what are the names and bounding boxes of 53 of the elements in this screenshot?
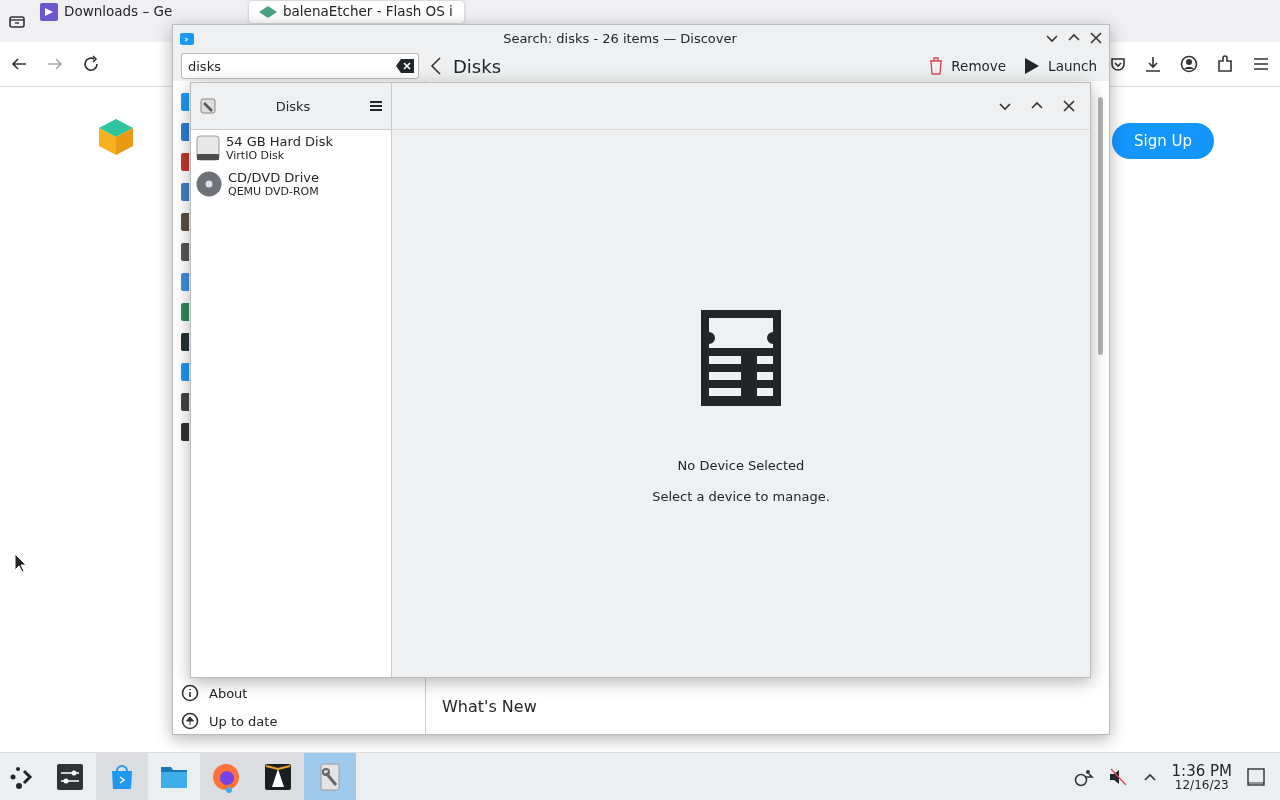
- tab-list-icon[interactable]: [8, 13, 26, 29]
- close-icon[interactable]: [1062, 99, 1076, 113]
- device-item[interactable]: 54 GB Hard Disk VirtIO Disk: [191, 130, 391, 166]
- device-name: CD/DVD Drive: [228, 170, 319, 185]
- scrollbar[interactable]: [1098, 97, 1103, 355]
- reload-icon[interactable]: [82, 55, 100, 73]
- clear-icon[interactable]: [396, 59, 414, 73]
- page-title: Disks: [453, 55, 502, 77]
- memory-card-icon: [701, 310, 781, 406]
- muted-speaker-icon[interactable]: [1107, 767, 1128, 787]
- cube-logo-icon: [96, 117, 136, 157]
- store-bag-icon[interactable]: [179, 30, 195, 46]
- site-icon: [259, 6, 277, 18]
- play-icon: [1024, 57, 1041, 75]
- close-icon[interactable]: [1089, 31, 1103, 45]
- terminal-app-icon: [262, 761, 294, 793]
- section-heading: What's New: [442, 697, 538, 716]
- show-desktop-icon[interactable]: [1246, 767, 1266, 787]
- browser-app-icon: [210, 761, 242, 793]
- empty-state-title: No Device Selected: [677, 458, 805, 473]
- account-icon[interactable]: [1180, 55, 1198, 73]
- sidebar-item[interactable]: About: [173, 680, 425, 706]
- optical-disc-icon: [196, 171, 222, 197]
- sidebar-item[interactable]: Up to date: [173, 708, 425, 734]
- window-title: Disks: [274, 98, 312, 114]
- browser-tab[interactable]: balenaEtcher - Flash OS i: [249, 1, 464, 23]
- clock-time: 1:36 PM: [1171, 763, 1232, 779]
- device-model: QEMU DVD-ROM: [228, 185, 319, 198]
- info-icon: [181, 684, 199, 702]
- download-icon[interactable]: [1144, 55, 1162, 73]
- browser-tab[interactable]: Downloads – Ge: [30, 1, 245, 23]
- network-icon[interactable]: [1073, 767, 1094, 787]
- launch-button[interactable]: Launch: [1020, 57, 1101, 75]
- wrench-drive-icon[interactable]: [199, 97, 217, 115]
- device-name: 54 GB Hard Disk: [226, 134, 333, 149]
- trash-icon: [929, 57, 944, 75]
- remove-button[interactable]: Remove: [925, 57, 1011, 75]
- extensions-icon[interactable]: [1216, 55, 1234, 73]
- menu-icon[interactable]: [369, 99, 383, 113]
- device-model: VirtIO Disk: [226, 149, 286, 162]
- clock[interactable]: 1:36 PM 12/16/23: [1171, 763, 1232, 791]
- window-title: Search: disks - 26 items — Discover: [502, 30, 738, 46]
- menu-icon[interactable]: [1252, 55, 1270, 73]
- taskbar-item[interactable]: [252, 753, 304, 800]
- upload-circle-icon: [181, 712, 199, 730]
- clock-date: 12/16/23: [1174, 778, 1229, 791]
- empty-state-message: Select a device to manage.: [652, 489, 830, 504]
- sliders-app-icon: [54, 761, 86, 793]
- site-icon: [40, 3, 58, 21]
- back-icon[interactable]: [429, 56, 443, 76]
- mouse-cursor-icon: [14, 553, 28, 573]
- device-item[interactable]: CD/DVD Drive QEMU DVD-ROM: [191, 166, 391, 202]
- search-field[interactable]: disks: [181, 53, 419, 79]
